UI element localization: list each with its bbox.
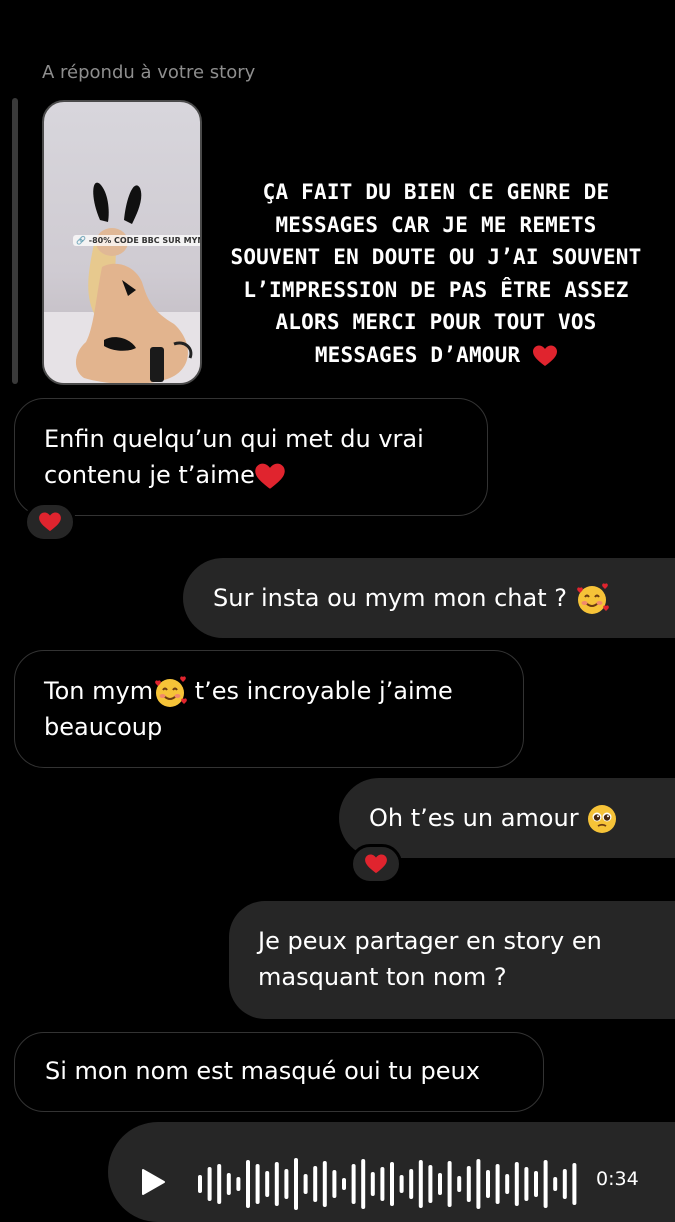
waveform-bar <box>572 1163 577 1205</box>
heart-reaction[interactable] <box>350 844 402 884</box>
waveform-bar <box>524 1167 529 1201</box>
message-text-line: contenu je t’aime <box>44 457 458 493</box>
waveform-bar <box>457 1176 462 1192</box>
waveform-bar <box>226 1173 231 1195</box>
message-text-line: Ton mym t’es incroyable j’aime <box>44 673 494 709</box>
message-text: Si mon nom est masqué oui tu peux <box>45 1057 480 1085</box>
waveform-bar <box>274 1162 279 1206</box>
waveform-bar <box>438 1173 442 1195</box>
incoming-message-bubble[interactable]: Si mon nom est masqué oui tu peux <box>14 1032 544 1112</box>
waveform-bar <box>322 1161 327 1207</box>
waveform-bar <box>246 1160 250 1208</box>
story-reply-caption: A répondu à votre story <box>42 62 256 83</box>
waveform-bar <box>361 1159 366 1209</box>
waveform-bar <box>265 1171 270 1197</box>
message-text: Sur insta ou mym mon chat ? <box>213 584 567 612</box>
waveform-bar <box>409 1169 414 1199</box>
voice-message-bubble[interactable] <box>108 1122 675 1222</box>
heart-icon <box>533 345 558 366</box>
voice-duration: 0:34 <box>596 1168 639 1190</box>
outgoing-message-bubble[interactable]: Sur insta ou mym mon chat ? <box>183 558 675 638</box>
waveform-bar <box>486 1170 490 1198</box>
waveform-bar <box>294 1158 298 1210</box>
waveform-bar <box>390 1162 394 1206</box>
waveform-bar <box>284 1169 289 1199</box>
story-sticker: 🔗 -80% CODE BBC SUR MYM 😈 <box>73 235 200 246</box>
waveform-bar <box>255 1164 260 1204</box>
message-text: beaucoup <box>44 713 163 741</box>
waveform-bar <box>236 1177 241 1191</box>
audio-waveform[interactable] <box>194 1154 584 1214</box>
waveform-bar <box>370 1172 375 1196</box>
smiling-face-with-hearts-icon <box>155 676 187 707</box>
smiling-face-with-hearts-icon <box>576 583 609 614</box>
pleading-face-icon <box>588 805 617 833</box>
waveform-bar <box>217 1164 222 1204</box>
outgoing-message-bubble[interactable]: Je peux partager en story en masquant to… <box>229 901 675 1019</box>
message-text: Je peux partager en story en <box>258 927 602 955</box>
waveform-bar <box>476 1159 481 1209</box>
waveform-bar <box>514 1162 519 1206</box>
waveform-bar <box>553 1177 558 1191</box>
story-text-overlay: ÇA FAIT DU BIEN CE GENRE DE MESSAGES CAR… <box>230 180 642 367</box>
waveform-bar <box>428 1165 433 1203</box>
waveform-bar <box>198 1175 202 1193</box>
waveform-bar <box>303 1174 308 1194</box>
reply-indicator-bar <box>12 98 18 384</box>
waveform-bar <box>399 1175 404 1193</box>
waveform-bar <box>313 1166 318 1202</box>
heart-reaction[interactable] <box>24 502 76 542</box>
waveform-bar <box>495 1164 500 1204</box>
message-text: Enfin quelqu’un qui met du vrai <box>44 425 424 453</box>
waveform-bar <box>418 1160 423 1208</box>
message-text: Oh t’es un amour <box>369 804 579 832</box>
story-thumbnail[interactable]: 🔗 -80% CODE BBC SUR MYM 😈 <box>42 100 202 385</box>
waveform-bar <box>380 1167 385 1201</box>
message-text: masquant ton nom ? <box>258 963 507 991</box>
waveform-bar <box>207 1167 212 1201</box>
waveform-bar <box>562 1169 567 1199</box>
waveform-bar <box>342 1178 346 1190</box>
waveform-bar <box>351 1164 356 1204</box>
play-icon[interactable] <box>140 1168 166 1196</box>
heart-icon <box>39 512 61 532</box>
waveform-bar <box>543 1160 548 1208</box>
heart-icon <box>255 463 285 489</box>
incoming-message-bubble[interactable]: Enfin quelqu’un qui met du vrai contenu … <box>14 398 488 516</box>
waveform-bar <box>534 1171 538 1197</box>
incoming-message-bubble[interactable]: Ton mym t’es incroyable j’aime beaucoup <box>14 650 524 768</box>
heart-icon <box>365 854 387 874</box>
waveform-bar <box>505 1174 510 1194</box>
waveform-bar <box>447 1161 452 1207</box>
waveform-bar <box>466 1166 471 1202</box>
waveform-bar <box>332 1170 337 1198</box>
